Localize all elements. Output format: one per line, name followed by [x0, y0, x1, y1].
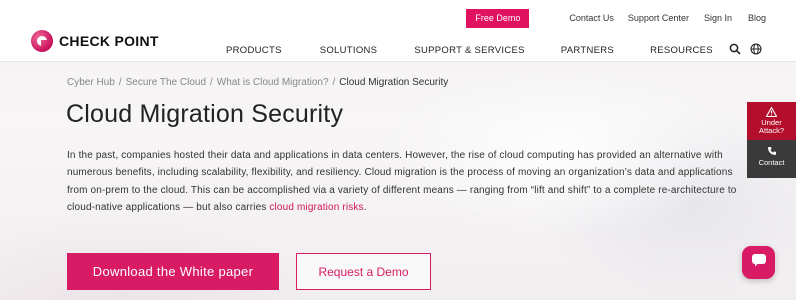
chat-icon: [751, 253, 767, 272]
logo-text: CHECK POINT: [59, 33, 159, 49]
globe-icon[interactable]: [750, 43, 762, 55]
phone-icon: [747, 146, 796, 156]
breadcrumb-separator: /: [118, 77, 122, 88]
chat-button[interactable]: [742, 246, 775, 279]
request-demo-button[interactable]: Request a Demo: [296, 253, 431, 290]
breadcrumb-current: Cloud Migration Security: [339, 77, 449, 88]
search-icon[interactable]: [729, 43, 741, 55]
under-attack-label-2: Attack?: [758, 126, 784, 135]
contact-widget[interactable]: Contact: [747, 140, 796, 178]
breadcrumb-separator: /: [210, 77, 213, 88]
main-nav: PRODUCTS SOLUTIONS SUPPORT & SERVICES PA…: [226, 45, 713, 56]
breadcrumb-separator: /: [332, 77, 336, 88]
breadcrumb-cyber-hub[interactable]: Cyber Hub: [67, 77, 115, 88]
warning-icon: [747, 107, 796, 117]
nav-products[interactable]: PRODUCTS: [226, 45, 282, 56]
breadcrumb: Cyber Hub / Secure The Cloud / What is Cloud…: [67, 77, 448, 88]
download-white-paper-button[interactable]: Download the White paper: [67, 253, 279, 290]
nav-solutions[interactable]: SOLUTIONS: [320, 45, 378, 56]
logo-mark-icon: [31, 30, 53, 52]
intro-end: .: [363, 201, 367, 213]
breadcrumb-secure-the-cloud[interactable]: Secure The Cloud: [126, 77, 206, 88]
free-demo-button[interactable]: Free Demo: [466, 9, 530, 28]
nav-resources[interactable]: RESOURCES: [650, 45, 713, 56]
contact-us-link[interactable]: Contact Us: [569, 9, 614, 28]
site-header: CHECK POINT Free Demo Contact Us Support…: [0, 0, 796, 62]
nav-icons: [729, 43, 762, 55]
nav-partners[interactable]: PARTNERS: [561, 45, 614, 56]
contact-label: Contact: [758, 158, 785, 167]
nav-support-services[interactable]: SUPPORT & SERVICES: [414, 45, 524, 56]
page-title: Cloud Migration Security: [66, 100, 344, 128]
sign-in-link[interactable]: Sign In: [704, 9, 732, 28]
blog-link[interactable]: Blog: [748, 9, 766, 28]
under-attack-widget[interactable]: Under Attack?: [747, 102, 796, 140]
intro-paragraph: In the past, companies hosted their data…: [67, 147, 743, 216]
check-point-logo[interactable]: CHECK POINT: [31, 30, 159, 52]
support-center-link[interactable]: Support Center: [628, 9, 689, 28]
utility-bar: Free Demo Contact Us Support Center Sign…: [466, 9, 766, 28]
breadcrumb-what-is-cloud-migration[interactable]: What is Cloud Migration?: [217, 77, 329, 88]
cloud-migration-risks-link[interactable]: cloud migration risks: [269, 202, 363, 213]
intro-text: In the past, companies hosted their data…: [67, 150, 737, 213]
